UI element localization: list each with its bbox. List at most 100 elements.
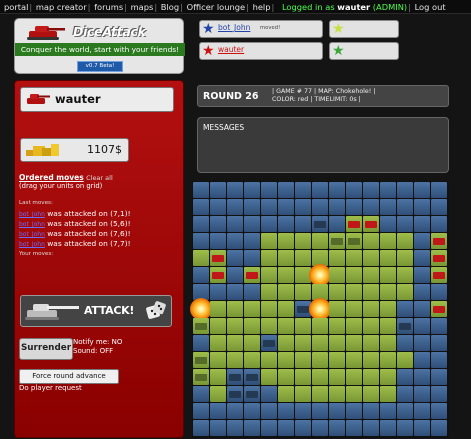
land-tile[interactable] xyxy=(346,369,362,385)
land-tile[interactable] xyxy=(380,335,396,351)
water-tile[interactable] xyxy=(295,403,311,419)
land-tile[interactable] xyxy=(312,233,328,249)
land-tile[interactable] xyxy=(278,284,294,300)
water-tile[interactable] xyxy=(244,420,260,436)
land-tile[interactable] xyxy=(210,386,226,402)
land-tile[interactable] xyxy=(380,233,396,249)
water-tile[interactable] xyxy=(244,182,260,198)
water-tile[interactable] xyxy=(295,216,311,232)
land-tile[interactable] xyxy=(346,318,362,334)
water-tile[interactable] xyxy=(210,182,226,198)
tank-unit[interactable] xyxy=(433,306,445,313)
tank-unit[interactable] xyxy=(433,238,445,245)
land-tile[interactable] xyxy=(329,386,345,402)
land-tile[interactable] xyxy=(261,250,277,266)
water-tile[interactable] xyxy=(312,403,328,419)
water-tile[interactable] xyxy=(414,267,430,283)
land-tile[interactable] xyxy=(278,301,294,317)
tank-unit[interactable] xyxy=(195,374,207,381)
land-tile[interactable] xyxy=(346,352,362,368)
water-tile[interactable] xyxy=(414,335,430,351)
water-tile[interactable] xyxy=(414,284,430,300)
land-tile[interactable] xyxy=(210,352,226,368)
land-tile[interactable] xyxy=(295,250,311,266)
water-tile[interactable] xyxy=(244,250,260,266)
tank-unit[interactable] xyxy=(348,238,360,245)
land-tile[interactable] xyxy=(346,386,362,402)
water-tile[interactable] xyxy=(261,335,277,351)
tank-unit[interactable] xyxy=(365,221,377,228)
water-tile[interactable] xyxy=(193,216,209,232)
tank-unit[interactable] xyxy=(263,340,275,347)
water-tile[interactable] xyxy=(261,216,277,232)
land-tile[interactable] xyxy=(346,216,362,232)
water-tile[interactable] xyxy=(295,420,311,436)
land-tile[interactable] xyxy=(346,284,362,300)
water-tile[interactable] xyxy=(414,182,430,198)
tank-unit[interactable] xyxy=(348,221,360,228)
water-tile[interactable] xyxy=(244,199,260,215)
water-tile[interactable] xyxy=(414,318,430,334)
land-tile[interactable] xyxy=(278,318,294,334)
water-tile[interactable] xyxy=(397,335,413,351)
land-tile[interactable] xyxy=(363,318,379,334)
water-tile[interactable] xyxy=(397,301,413,317)
notification-settings[interactable]: Notify me: NO Sound: OFF xyxy=(73,338,122,356)
tank-unit[interactable] xyxy=(212,272,224,279)
water-tile[interactable] xyxy=(380,216,396,232)
land-tile[interactable] xyxy=(363,233,379,249)
water-tile[interactable] xyxy=(278,403,294,419)
water-tile[interactable] xyxy=(329,182,345,198)
water-tile[interactable] xyxy=(414,420,430,436)
water-tile[interactable] xyxy=(244,386,260,402)
water-tile[interactable] xyxy=(295,182,311,198)
land-tile[interactable] xyxy=(312,335,328,351)
water-tile[interactable] xyxy=(244,233,260,249)
tank-unit[interactable] xyxy=(314,221,326,228)
land-tile[interactable] xyxy=(193,352,209,368)
nav-maps[interactable]: maps xyxy=(131,2,154,12)
land-tile[interactable] xyxy=(363,284,379,300)
water-tile[interactable] xyxy=(227,267,243,283)
land-tile[interactable] xyxy=(380,267,396,283)
land-tile[interactable] xyxy=(295,335,311,351)
land-tile[interactable] xyxy=(312,352,328,368)
land-tile[interactable] xyxy=(295,284,311,300)
land-tile[interactable] xyxy=(278,352,294,368)
water-tile[interactable] xyxy=(329,403,345,419)
land-tile[interactable] xyxy=(295,233,311,249)
land-tile[interactable] xyxy=(244,267,260,283)
land-tile[interactable] xyxy=(210,267,226,283)
water-tile[interactable] xyxy=(193,199,209,215)
water-tile[interactable] xyxy=(363,199,379,215)
land-tile[interactable] xyxy=(363,267,379,283)
water-tile[interactable] xyxy=(397,386,413,402)
land-tile[interactable] xyxy=(431,233,447,249)
land-tile[interactable] xyxy=(312,318,328,334)
water-tile[interactable] xyxy=(312,216,328,232)
tank-unit[interactable] xyxy=(246,391,258,398)
land-tile[interactable] xyxy=(397,233,413,249)
land-tile[interactable] xyxy=(295,352,311,368)
water-tile[interactable] xyxy=(312,182,328,198)
water-tile[interactable] xyxy=(380,403,396,419)
land-tile[interactable] xyxy=(397,284,413,300)
tank-unit[interactable] xyxy=(399,323,411,330)
land-tile[interactable] xyxy=(363,352,379,368)
land-tile[interactable] xyxy=(363,250,379,266)
land-tile[interactable] xyxy=(363,301,379,317)
land-tile[interactable] xyxy=(261,301,277,317)
land-tile[interactable] xyxy=(380,301,396,317)
land-tile[interactable] xyxy=(210,301,226,317)
tank-unit[interactable] xyxy=(229,374,241,381)
water-tile[interactable] xyxy=(210,199,226,215)
land-tile[interactable] xyxy=(227,352,243,368)
water-tile[interactable] xyxy=(244,216,260,232)
land-tile[interactable] xyxy=(329,233,345,249)
water-tile[interactable] xyxy=(261,182,277,198)
water-tile[interactable] xyxy=(414,403,430,419)
land-tile[interactable] xyxy=(295,386,311,402)
water-tile[interactable] xyxy=(431,199,447,215)
land-tile[interactable] xyxy=(261,233,277,249)
tank-unit[interactable] xyxy=(331,238,343,245)
